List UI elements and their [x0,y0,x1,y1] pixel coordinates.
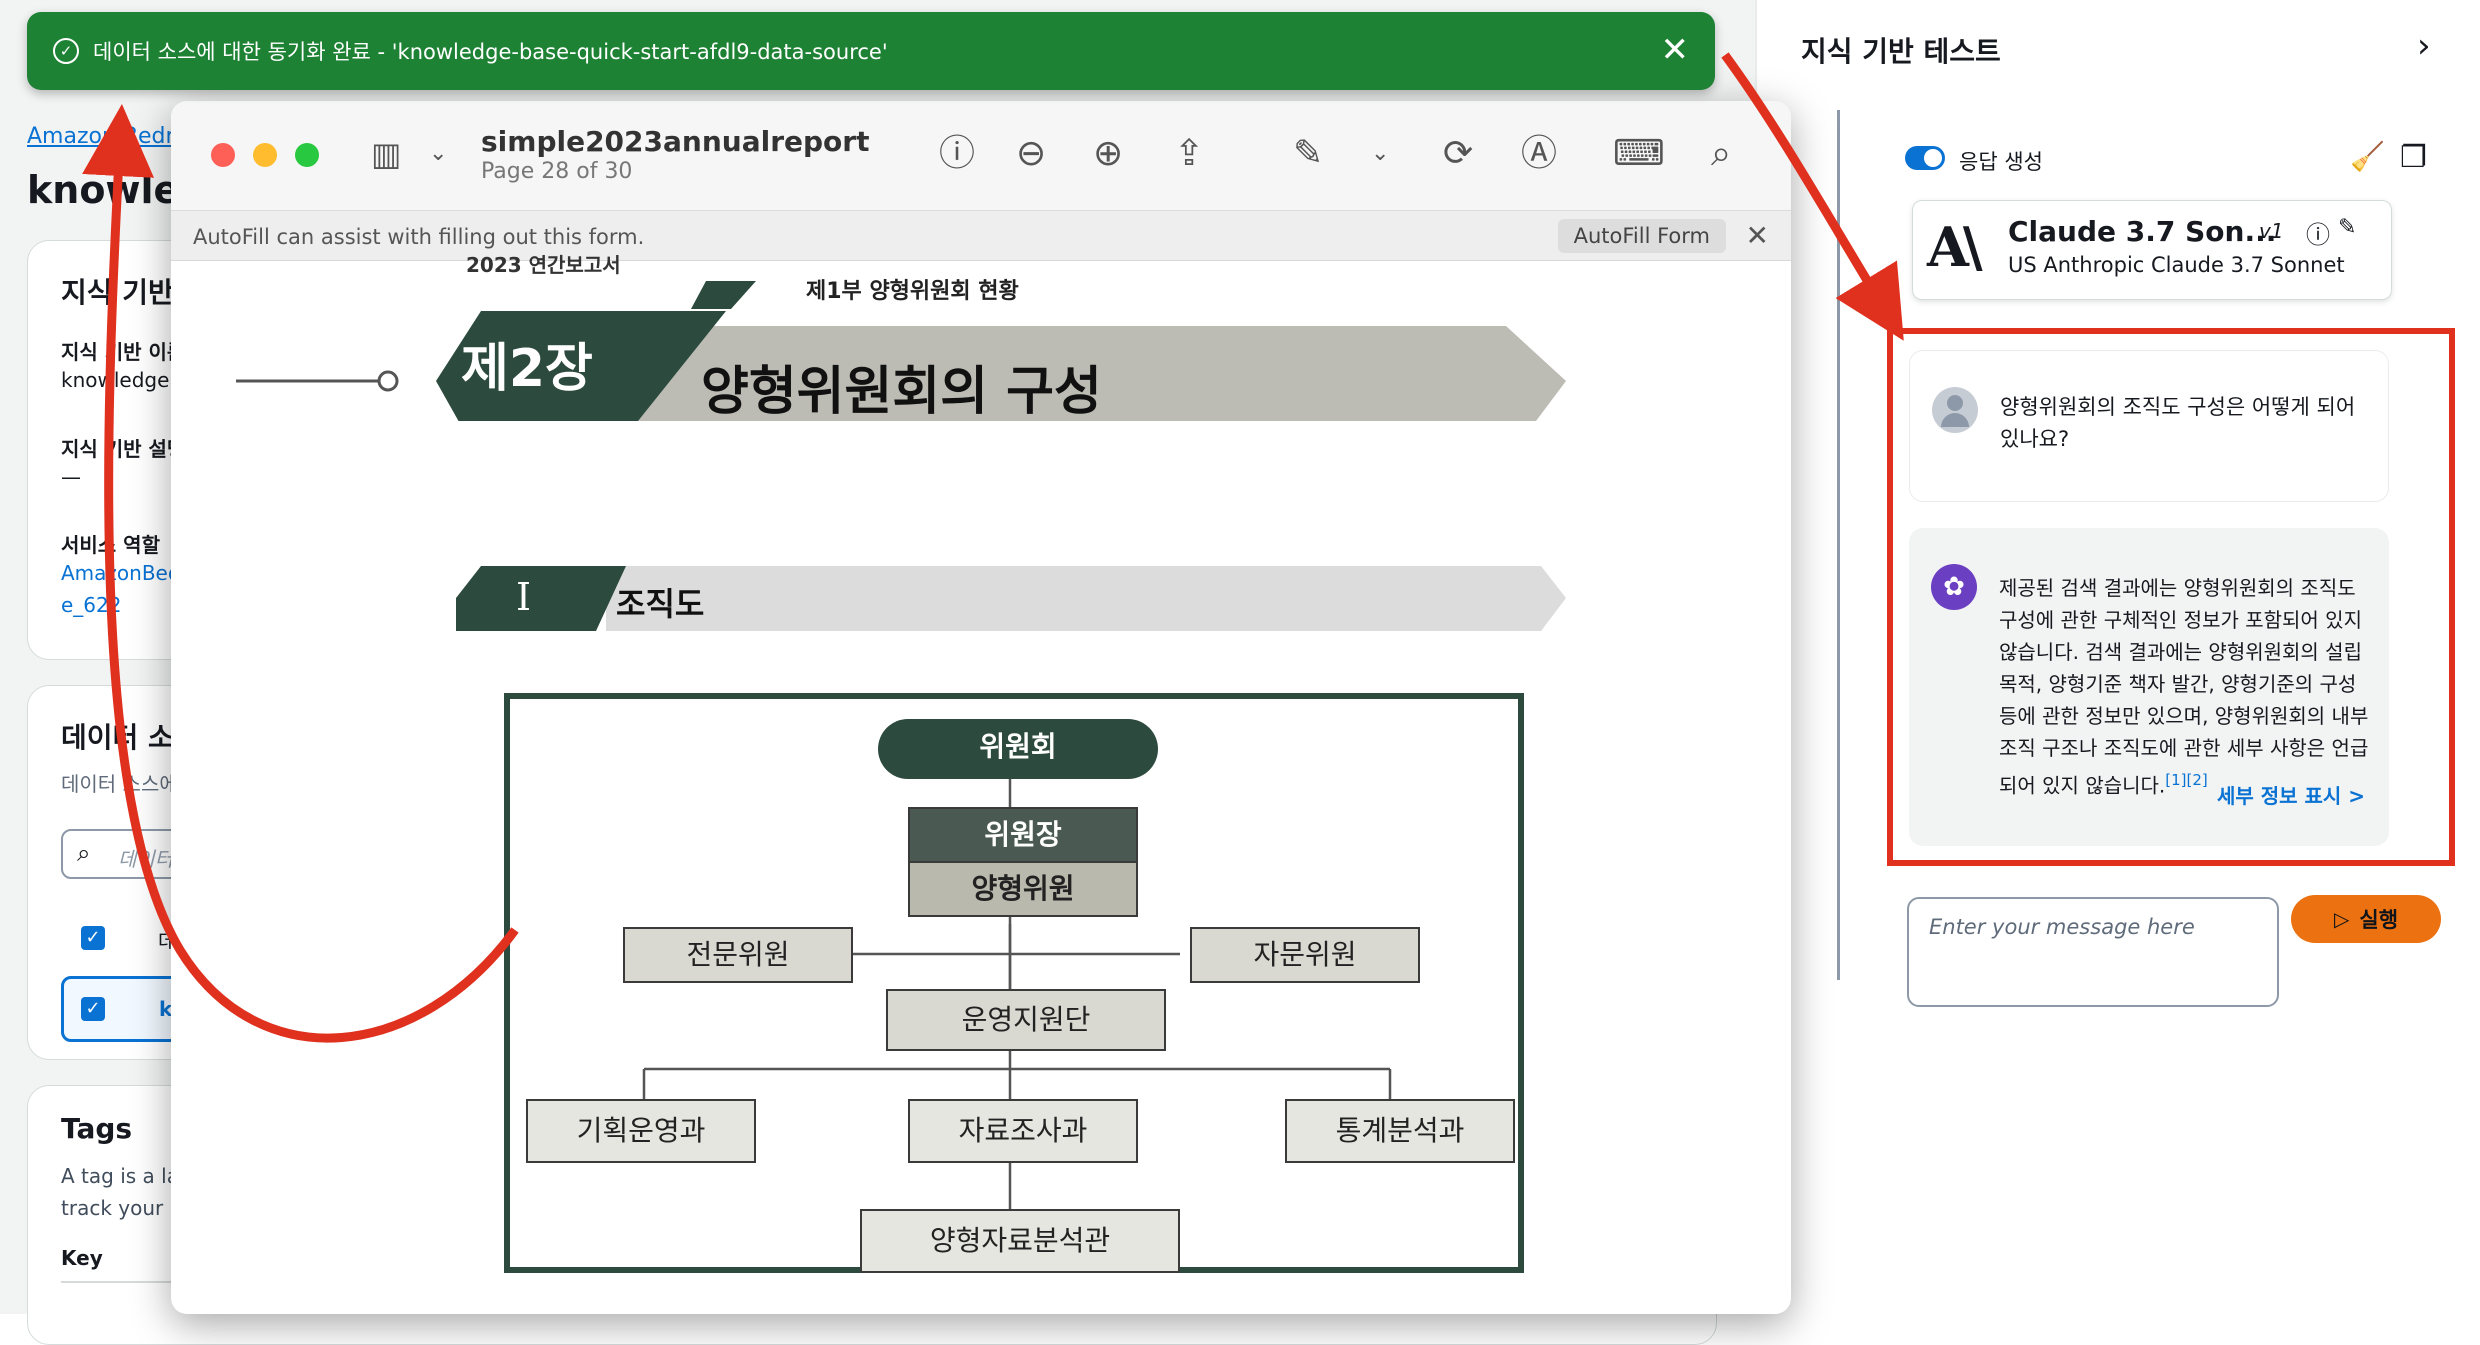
play-icon: ▷ [2333,907,2350,931]
info-icon[interactable]: ⓘ [2306,215,2330,250]
user-message: 양형위원회의 조직도 구성은 어떻게 되어 있나요? [1909,350,2389,502]
org-analyst: 양형자료분석관 [860,1209,1180,1273]
autofill-form-button[interactable]: AutoFill Form [1557,219,1726,253]
close-notification-button[interactable]: ✕ [1661,30,1690,70]
kb-name-label: 지식 기반 이름 [61,340,186,364]
org-chart-connectors [642,779,1392,1209]
annotate-icon[interactable]: Ⓐ [1521,131,1557,177]
generate-response-toggle[interactable] [1905,146,1945,170]
test-knowledge-base-panel: 지식 기반 테스트 › 응답 생성 🧹 ❐ A\ Claude 3.7 Son.… [1755,0,2480,1314]
info-icon[interactable]: ⓘ [939,131,975,177]
report-label: 2023 연간보고서 [466,253,621,277]
org-support: 운영지원단 [886,989,1166,1051]
org-expert: 전문위원 [623,927,853,983]
row-checkbox[interactable]: ✓ [81,997,105,1021]
model-subtitle: US Anthropic Claude 3.7 Sonnet [2008,253,2345,277]
org-advisor: 자문위원 [1190,927,1420,983]
autofill-message: AutoFill can assist with filling out thi… [193,225,645,249]
zoom-window-button[interactable] [295,143,319,167]
org-research: 자료조사과 [908,1099,1138,1163]
anthropic-logo-icon: A\ [1927,215,1983,279]
assistant-message-text: 제공된 검색 결과에는 양형위원회의 조직도 구성에 관한 구체적인 정보가 포… [1999,572,2371,802]
model-name: Claude 3.7 Son... [2008,215,2277,248]
tags-title: Tags [61,1112,133,1145]
share-icon[interactable]: ⇪ [1174,131,1204,177]
search-icon[interactable]: ⌕ [1711,131,1731,177]
org-stats: 통계분석과 [1285,1099,1515,1163]
chapter-title: 양형위원회의 구성 [701,362,1102,422]
search-placeholder: 데이터 [118,847,174,871]
minimize-window-button[interactable] [253,143,277,167]
copy-icon[interactable]: ❐ [2400,140,2427,175]
assistant-message: ✿ 제공된 검색 결과에는 양형위원회의 조직도 구성에 관한 구체적인 정보가… [1909,528,2389,846]
edit-pencil-icon[interactable]: ✎ [2338,215,2356,240]
preview-titlebar: ▥ ⌄ simple2023annualreport Page 28 of 30… [171,101,1791,211]
kb-desc-value: — [61,465,81,489]
service-role-link-2[interactable]: e_622 [61,593,121,617]
notification-message: 데이터 소스에 대한 동기화 완료 - 'knowledge-base-quic… [93,40,888,64]
tags-key-header: Key [61,1246,103,1270]
section-number: I [516,575,532,619]
model-version: v1 [2259,219,2284,243]
kb-desc-label: 지식 기반 설명 [61,437,186,461]
zoom-in-icon[interactable]: ⊕ [1093,131,1123,177]
close-window-button[interactable] [211,143,235,167]
page-indicator: Page 28 of 30 [481,159,633,184]
autofill-bar: AutoFill can assist with filling out thi… [171,211,1791,261]
markup-pencil-icon[interactable]: ✎ [1293,131,1323,177]
user-avatar-icon [1932,387,1978,433]
citation-links[interactable]: [1][2] [2165,771,2208,789]
tags-desc-1: A tag is a la [61,1164,179,1188]
success-notification: ✓ 데이터 소스에 대한 동기화 완료 - 'knowledge-base-qu… [27,12,1715,90]
org-chair: 위원장 [908,807,1138,863]
show-details-link[interactable]: 세부 정보 표시 > [2217,780,2365,812]
panel-resize-handle[interactable] [1837,110,1840,980]
close-autofill-icon[interactable]: ✕ [1746,219,1769,252]
tags-desc-2: track your [61,1196,164,1220]
document-page: 2023 연간보고서 제1부 양형위원회 현황 제2장 양형위원회의 구성 I … [186,253,1776,1314]
org-planning: 기획운영과 [526,1099,756,1163]
model-selector[interactable]: A\ Claude 3.7 Son... v1 ⓘ ✎ US Anthropic… [1912,200,2392,300]
kb-name-value: knowledge [61,368,170,392]
user-message-text: 양형위원회의 조직도 구성은 어떻게 되어 있나요? [2000,395,2356,451]
zoom-out-icon[interactable]: ⊖ [1016,131,1046,177]
chevron-down-icon[interactable]: ⌄ [429,131,447,177]
section-title: 조직도 [616,585,705,623]
markup-menu-chevron-icon[interactable]: ⌄ [1371,131,1389,177]
assistant-text: 제공된 검색 결과에는 양형위원회의 조직도 구성에 관한 구체적인 정보가 포… [1999,576,2369,798]
datasource-subtitle: 데이터 소스에 [61,772,178,796]
ai-brain-icon: ✿ [1931,564,1977,610]
org-chart: 위원회 위원장 양형위원 전문위원 자문위원 운영지원단 기획운영과 자료조사과… [504,693,1524,1273]
clear-broom-icon[interactable]: 🧹 [2350,140,2385,173]
select-all-checkbox[interactable]: ✓ [81,926,105,950]
sidebar-toggle-icon[interactable]: ▥ [371,131,401,177]
rotate-icon[interactable]: ⟳ [1443,131,1473,177]
form-fill-icon[interactable]: ⌨ [1613,131,1665,177]
overview-title: 지식 기반 [61,276,174,309]
message-input[interactable]: Enter your message here [1907,897,2279,1007]
preview-window: ▥ ⌄ simple2023annualreport Page 28 of 30… [171,101,1791,1314]
chevron-right-icon[interactable]: › [2417,26,2431,66]
check-circle-icon: ✓ [53,38,79,64]
org-committee: 위원회 [878,719,1158,779]
run-label: 실행 [2359,908,2399,932]
toggle-label: 응답 생성 [1959,150,2043,174]
run-button[interactable]: ▷ 실행 [2291,895,2441,943]
panel-title: 지식 기반 테스트 [1801,35,2001,68]
org-members: 양형위원 [908,861,1138,917]
document-filename: simple2023annualreport [481,125,870,158]
search-icon: ⌕ [77,839,91,867]
chapter-number: 제2장 [461,339,593,399]
service-role-label: 서비스 역할 [61,533,160,557]
